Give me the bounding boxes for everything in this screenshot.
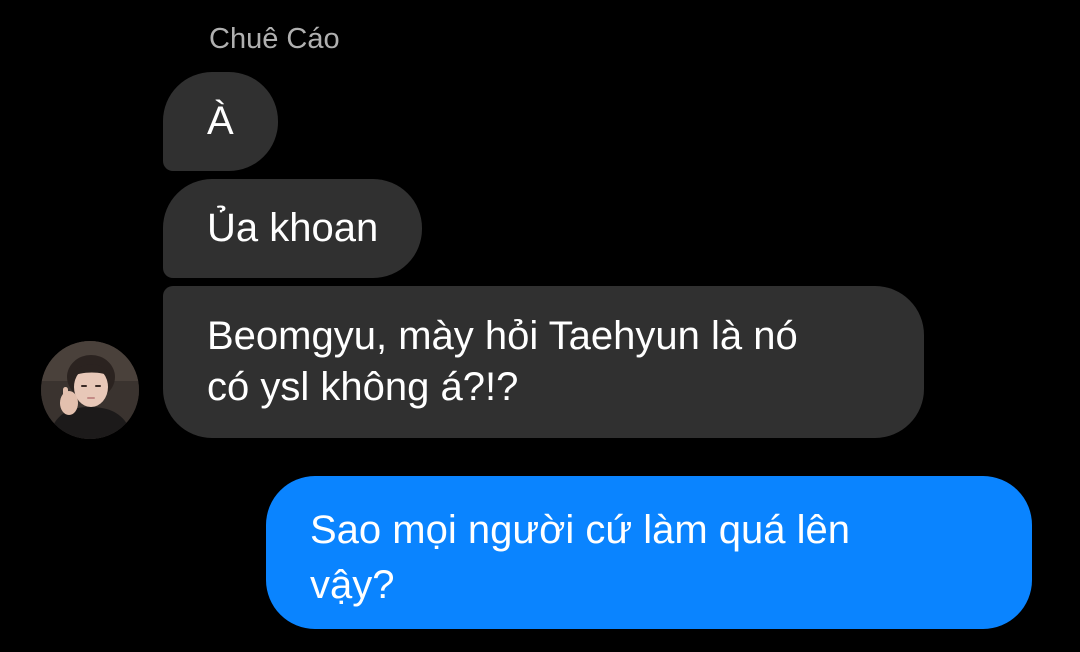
message-text: Ủa khoan	[207, 206, 379, 250]
message-text-line: vậy?	[310, 563, 395, 607]
message-text: À	[207, 99, 234, 143]
sender-name: Chuê Cáo	[209, 23, 340, 55]
message-text-line: Sao mọi người cứ làm quá lên	[310, 508, 851, 552]
incoming-message[interactable]: Beomgyu, mày hỏi Taehyun là nó có ysl kh…	[163, 286, 924, 438]
incoming-message[interactable]: À	[163, 72, 278, 171]
outgoing-message[interactable]: Sao mọi người cứ làm quá lên vậy?	[266, 476, 1032, 629]
message-text-line: có ysl không á?!?	[207, 365, 519, 409]
avatar[interactable]	[41, 341, 139, 439]
incoming-message[interactable]: Ủa khoan	[163, 179, 423, 278]
avatar-image	[41, 341, 139, 439]
message-text-line: Beomgyu, mày hỏi Taehyun là nó	[207, 314, 798, 358]
